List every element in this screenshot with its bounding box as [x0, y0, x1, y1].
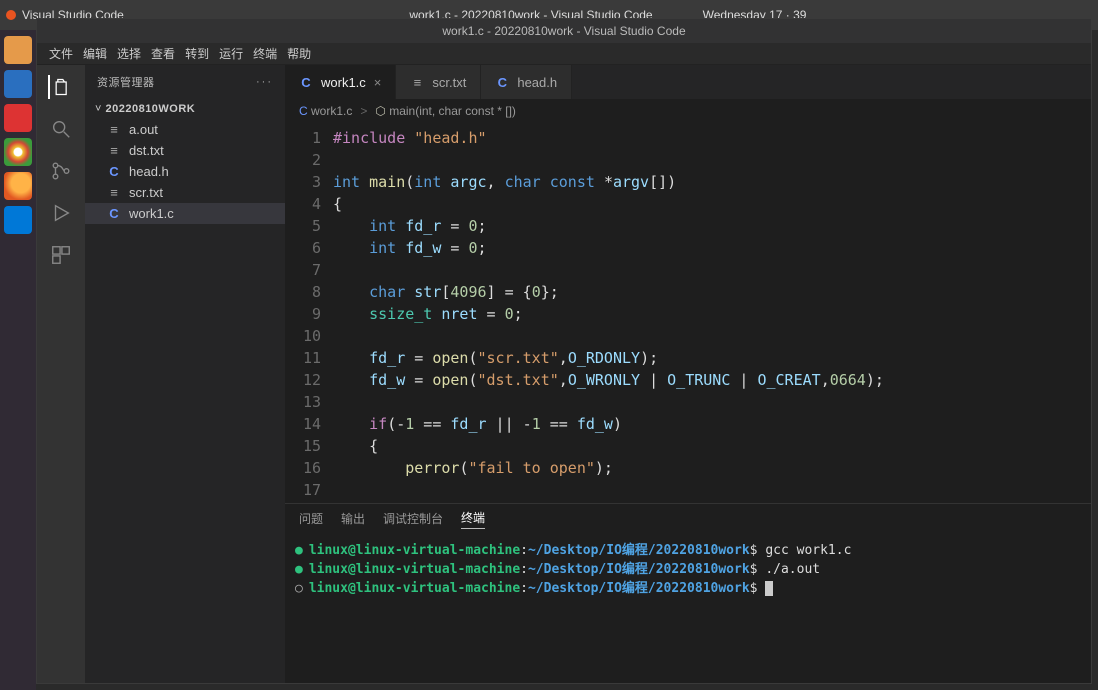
terminal-line: ●linux@linux-virtual-machine:~/Desktop/I… [295, 541, 1081, 560]
file-name: head.h [129, 164, 169, 179]
vscode-window: work1.c - 20220810work - Visual Studio C… [36, 18, 1092, 684]
file-item[interactable]: ≡ a.out [85, 119, 285, 140]
tab-label: work1.c [321, 75, 366, 90]
file-list: ≡ a.out ≡ dst.txt Chead.h ≡ scr.txt Cwork1.c [85, 119, 285, 224]
source-control-icon[interactable] [49, 159, 73, 183]
file-icon: ≡ [107, 122, 121, 137]
menu-item[interactable]: 转到 [181, 45, 213, 62]
editor-area: Cwork1.c × ≡ scr.txt Chead.h C work1.c > ⬡ mai… [285, 65, 1091, 683]
file-name: a.out [129, 122, 158, 137]
file-name: work1.c [129, 206, 174, 221]
close-icon[interactable]: × [374, 75, 382, 90]
folder-header[interactable]: 20220810WORK [85, 99, 285, 119]
vscode-menubar[interactable]: 文件编辑选择查看转到运行终端帮助 [37, 43, 1091, 65]
code-editor[interactable]: 1234567891011121314151617 #include "head… [285, 123, 1091, 503]
sidebar-title: 资源管理器 [97, 74, 155, 90]
terminal-panel[interactable]: ●linux@linux-virtual-machine:~/Desktop/I… [285, 533, 1091, 683]
tab-label: scr.txt [432, 75, 466, 90]
dock-app-icon[interactable] [4, 70, 32, 98]
tab-label: head.h [517, 75, 557, 90]
explorer-icon[interactable] [48, 75, 72, 99]
terminal-cursor [765, 581, 773, 596]
file-item[interactable]: ≡ scr.txt [85, 182, 285, 203]
breadcrumb-part[interactable]: C work1.c [299, 104, 352, 118]
file-item[interactable]: ≡ dst.txt [85, 140, 285, 161]
panel-tab[interactable]: 调试控制台 [383, 510, 443, 527]
file-name: dst.txt [129, 143, 164, 158]
panel-tab[interactable]: 问题 [299, 510, 323, 527]
ubuntu-dock[interactable] [0, 30, 36, 690]
menu-item[interactable]: 运行 [215, 45, 247, 62]
editor-tab[interactable]: ≡ scr.txt [396, 65, 481, 99]
vscode-titlebar[interactable]: work1.c - 20220810work - Visual Studio C… [37, 19, 1091, 43]
panel-tab[interactable]: 输出 [341, 510, 365, 527]
activity-bar[interactable] [37, 65, 85, 683]
file-item[interactable]: Chead.h [85, 161, 285, 182]
panel-tab[interactable]: 终端 [461, 509, 485, 529]
dock-chrome-icon[interactable] [4, 138, 32, 166]
search-icon[interactable] [49, 117, 73, 141]
chevron-right-icon: > [358, 104, 369, 118]
sidebar-header: 资源管理器 ··· [85, 65, 285, 99]
dock-files-icon[interactable] [4, 36, 32, 64]
panel-tabs[interactable]: 问题 输出 调试控制台 终端 [285, 503, 1091, 533]
file-item[interactable]: Cwork1.c [85, 203, 285, 224]
tab-file-icon: C [299, 75, 313, 90]
menu-item[interactable]: 查看 [147, 45, 179, 62]
editor-tab[interactable]: Cwork1.c × [285, 65, 396, 99]
file-icon: ≡ [107, 143, 121, 158]
file-icon: C [107, 164, 121, 179]
tab-file-icon: ≡ [410, 75, 424, 90]
menu-item[interactable]: 终端 [249, 45, 281, 62]
line-gutter: 1234567891011121314151617 [285, 123, 333, 503]
file-name: scr.txt [129, 185, 163, 200]
more-icon[interactable]: ··· [256, 76, 273, 88]
menu-item[interactable]: 编辑 [79, 45, 111, 62]
run-debug-icon[interactable] [49, 201, 73, 225]
editor-tabs[interactable]: Cwork1.c × ≡ scr.txt Chead.h [285, 65, 1091, 99]
desktop-frame: Visual Studio Code work1.c - 20220810wor… [0, 0, 1098, 690]
terminal-line: ○linux@linux-virtual-machine:~/Desktop/I… [295, 579, 1081, 598]
dock-app-icon[interactable] [4, 104, 32, 132]
extensions-icon[interactable] [49, 243, 73, 267]
tab-file-icon: C [495, 75, 509, 90]
dock-firefox-icon[interactable] [4, 172, 32, 200]
file-icon: C [107, 206, 121, 221]
dock-vscode-icon[interactable] [4, 206, 32, 234]
menu-item[interactable]: 选择 [113, 45, 145, 62]
terminal-line: ●linux@linux-virtual-machine:~/Desktop/I… [295, 560, 1081, 579]
editor-tab[interactable]: Chead.h [481, 65, 572, 99]
breadcrumb[interactable]: C work1.c > ⬡ main(int, char const * []) [285, 99, 1091, 123]
menu-item[interactable]: 文件 [45, 45, 77, 62]
explorer-sidebar: 资源管理器 ··· 20220810WORK ≡ a.out ≡ dst.txt Che… [85, 65, 285, 683]
code-body[interactable]: #include "head.h" int main(int argc, cha… [333, 123, 884, 503]
file-icon: ≡ [107, 185, 121, 200]
vscode-body: 资源管理器 ··· 20220810WORK ≡ a.out ≡ dst.txt Che… [37, 65, 1091, 683]
vscode-titlebar-text: work1.c - 20220810work - Visual Studio C… [442, 24, 685, 38]
breadcrumb-part[interactable]: ⬡ main(int, char const * []) [375, 104, 516, 118]
menu-item[interactable]: 帮助 [283, 45, 315, 62]
